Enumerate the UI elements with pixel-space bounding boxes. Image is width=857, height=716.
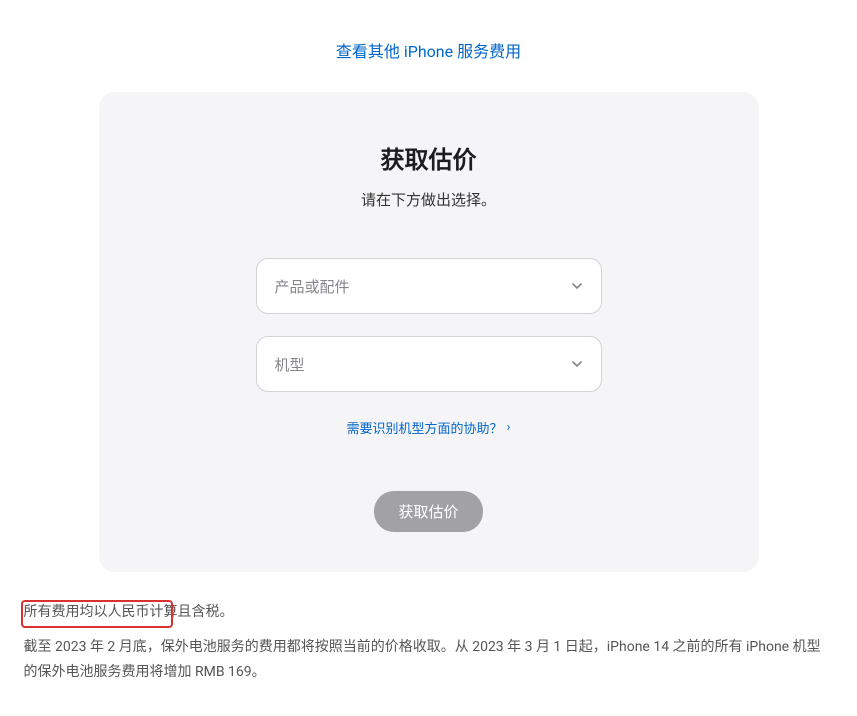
model-select[interactable]: 机型 — [256, 336, 602, 392]
chevron-right-icon: › — [507, 420, 511, 435]
estimate-card: 获取估价 请在下方做出选择。 产品或配件 机型 需要识别机型方面的协助？ › 获… — [99, 92, 759, 572]
product-select-placeholder: 产品或配件 — [275, 276, 350, 297]
card-subtitle: 请在下方做出选择。 — [139, 189, 719, 210]
product-accessory-select[interactable]: 产品或配件 — [256, 258, 602, 314]
help-link-text: 需要识别机型方面的协助？ — [347, 418, 503, 437]
footer-line-1: 所有费用均以人民币计算且含税。 — [24, 600, 834, 625]
model-select-placeholder: 机型 — [275, 354, 305, 375]
get-estimate-button[interactable]: 获取估价 — [374, 491, 482, 532]
footer-line-2: 截至 2023 年 2 月底，保外电池服务的费用都将按照当前的价格收取。从 20… — [24, 635, 834, 685]
chevron-down-icon — [571, 280, 583, 292]
chevron-down-icon — [571, 358, 583, 370]
card-title: 获取估价 — [139, 140, 719, 175]
footer-notes: 所有费用均以人民币计算且含税。 截至 2023 年 2 月底，保外电池服务的费用… — [14, 572, 844, 716]
identify-model-help-link[interactable]: 需要识别机型方面的协助？ › — [347, 418, 511, 437]
view-other-services-link[interactable]: 查看其他 iPhone 服务费用 — [336, 42, 521, 61]
